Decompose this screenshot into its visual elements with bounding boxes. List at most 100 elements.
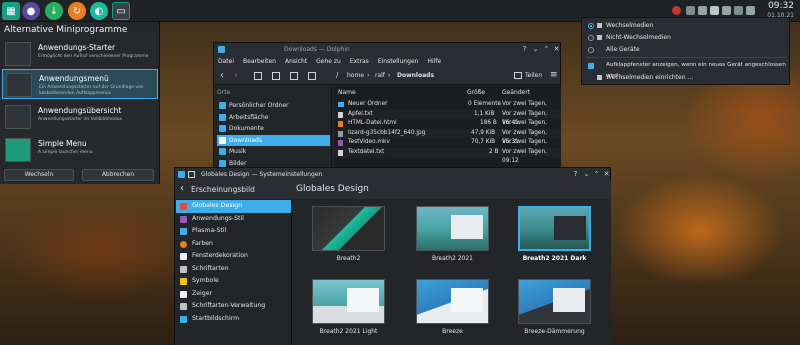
theme-label: Breath2 [336,255,361,262]
home-folder-icon [219,102,226,109]
menu-einstellungen[interactable]: Einstellungen [378,56,419,67]
details-view-icon[interactable] [290,72,298,80]
split-view-icon[interactable] [308,72,316,80]
network-icon[interactable] [710,6,719,15]
window-title: Downloads — Dolphin [284,46,350,53]
sidebar-item-farben[interactable]: Farben [176,238,291,251]
column-header-size[interactable]: Größe [467,88,485,98]
file-row[interactable]: Neuer Ordner 0 Elemente Vor zwei Tagen, … [334,100,561,117]
theme-breeze[interactable]: Breeze [416,279,489,340]
app-launcher-icon[interactable]: ▦ [2,2,20,20]
column-header-modified[interactable]: Geändert [502,88,530,98]
place-desktop[interactable]: Arbeitsfläche [217,112,330,123]
sidebar-item-globales-design[interactable]: Globales Design [176,200,291,213]
column-header-name[interactable]: Name [338,88,356,98]
theme-breeze-daemmerung[interactable]: Breeze-Dämmerung [518,279,591,340]
icon-view-icon[interactable] [254,72,262,80]
menu-datei[interactable]: Datei [218,56,234,67]
breadcrumb-home[interactable]: home [347,72,364,79]
menu-extras[interactable]: Extras [350,56,369,67]
close-icon[interactable]: ✕ [552,45,561,54]
filter-all-devices[interactable]: Alle Geräte [582,44,791,55]
menu-bearbeiten[interactable]: Bearbeiten [243,56,276,67]
filter-non-removable[interactable]: Nicht-Wechselmedien [582,32,791,43]
alt-item-anwendungsmenue[interactable]: Anwendungsmenü Ein Anwendungsstarter auf… [2,69,158,99]
sidebar-item-label: Fensterdekoration [192,252,248,259]
alt-item-simple-menu[interactable]: Simple Menu A simple launcher menu [2,135,158,165]
radio-icon [588,47,594,53]
breadcrumb-ralf[interactable]: ralf [375,72,385,79]
forward-icon[interactable]: › [234,70,238,81]
filter-removable[interactable]: Wechselmedien [582,20,791,31]
menu-hilfe[interactable]: Hilfe [428,56,442,67]
menu-gehe-zu[interactable]: Gehe zu [316,56,341,67]
place-downloads[interactable]: Downloads [217,134,330,146]
alt-item-anwendungs-starter[interactable]: Anwendungs-Starter Ermöglicht den Aufruf… [2,39,158,69]
share-button[interactable]: Teilen [525,72,542,79]
minimize-icon[interactable]: ⌄ [531,45,540,54]
place-home[interactable]: Persönlicher Ordner [217,100,330,111]
configure-removable-devices[interactable]: Wechselmedien einrichten ... [582,72,791,83]
device-notifier-icon[interactable] [686,6,695,15]
sidebar-item-fensterdekoration[interactable]: Fensterdekoration [176,250,291,263]
record-icon[interactable] [672,6,681,15]
file-row[interactable]: TestVideo.mkv 70,7 KiB Vor zwei Tagen, 0… [334,138,561,155]
window-titlebar[interactable]: Globales Design — Systemeinstellungen ? … [175,168,610,181]
window-titlebar[interactable]: Downloads — Dolphin ? ⌄ ⌃ ✕ [214,43,560,56]
file-name: lizard-g35cbb14f2_640.jpg [348,129,426,136]
chevron-right-icon: › [367,72,370,79]
theme-breath2-2021-dark[interactable]: Breath2 2021 Dark [518,206,591,267]
plasma-style-icon [180,228,187,235]
firefox-icon[interactable]: ● [22,2,40,20]
file-row[interactable]: HTML-Datei.html 186 B Vor zwei Tagen, 09… [334,119,561,136]
clipboard-icon[interactable] [698,6,707,15]
breadcrumb-downloads[interactable]: Downloads [397,72,434,79]
expand-tray-icon[interactable] [746,6,755,15]
maximize-icon[interactable]: ⌃ [592,170,601,179]
global-theme-icon [180,203,187,210]
back-icon[interactable]: ‹ [220,70,224,81]
menu-ansicht[interactable]: Ansicht [285,56,307,67]
minimize-icon[interactable]: ⌄ [582,170,591,179]
theme-breath2[interactable]: Breath2 [312,206,385,267]
usb-icon [597,23,602,28]
hamburger-menu-icon[interactable]: ≡ [550,70,558,80]
keyboard-icon[interactable] [734,6,743,15]
pin-icon[interactable] [188,171,195,178]
file-name: TestVideo.mkv [348,139,390,145]
terminal-icon[interactable]: ▭ [112,2,130,20]
place-documents[interactable]: Dokumente [217,123,330,134]
sidebar-item-schriftarten-verwaltung[interactable]: Schriftarten-Verwaltung [176,300,291,313]
popup-on-new-device[interactable]: Aufklappfenster anzeigen, wenn ein neues… [582,60,791,79]
sidebar-item-symbole[interactable]: Symbole [176,275,291,288]
place-label: Dokumente [229,125,264,132]
volume-icon[interactable] [722,6,731,15]
sidebar-item-zeiger[interactable]: Zeiger [176,288,291,301]
theme-breath2-2021-light[interactable]: Breath2 2021 Light [312,279,385,340]
help-icon[interactable]: ? [571,170,580,179]
sidebar-item-plasma-stil[interactable]: Plasma-Stil [176,225,291,238]
back-icon[interactable]: ‹ [180,183,184,194]
file-row[interactable]: Textdatei.txt 2 B Vor zwei Tagen, 09:12 [334,147,561,164]
switch-button[interactable]: Wechseln [4,169,74,181]
maximize-icon[interactable]: ⌃ [542,45,551,54]
sidebar-item-startbildschirm[interactable]: Startbildschirm [176,313,291,326]
sidebar-item-anwendungs-stil[interactable]: Anwendungs-Stil [176,213,291,226]
sidebar-item-schriftarten[interactable]: Schriftarten [176,263,291,276]
download-icon[interactable]: ↓ [45,2,63,20]
place-label: Persönlicher Ordner [229,102,289,109]
file-row[interactable]: lizard-g35cbb14f2_640.jpg 47,9 KiB Vor z… [334,128,561,145]
close-icon[interactable]: ✕ [602,170,611,179]
alt-item-desc: Ein Anwendungsstarter auf der Grundlage … [39,85,144,96]
place-music[interactable]: Musik [217,146,330,157]
cancel-button[interactable]: Abbrechen [82,169,154,181]
fonts-icon [180,265,187,273]
compact-view-icon[interactable] [272,72,280,80]
file-row[interactable]: Apfel.txt 1,1 KiB Vor zwei Tagen, 16:41 [334,109,561,126]
browser-icon[interactable]: ◐ [90,2,108,20]
update-icon[interactable]: ↻ [68,2,86,20]
help-icon[interactable]: ? [520,45,529,54]
downloads-folder-icon [219,136,226,144]
alt-item-anwendungsuebersicht[interactable]: Anwendungsübersicht Anwendungsstarter im… [2,102,158,132]
theme-breath2-2021[interactable]: Breath2 2021 [416,206,489,267]
